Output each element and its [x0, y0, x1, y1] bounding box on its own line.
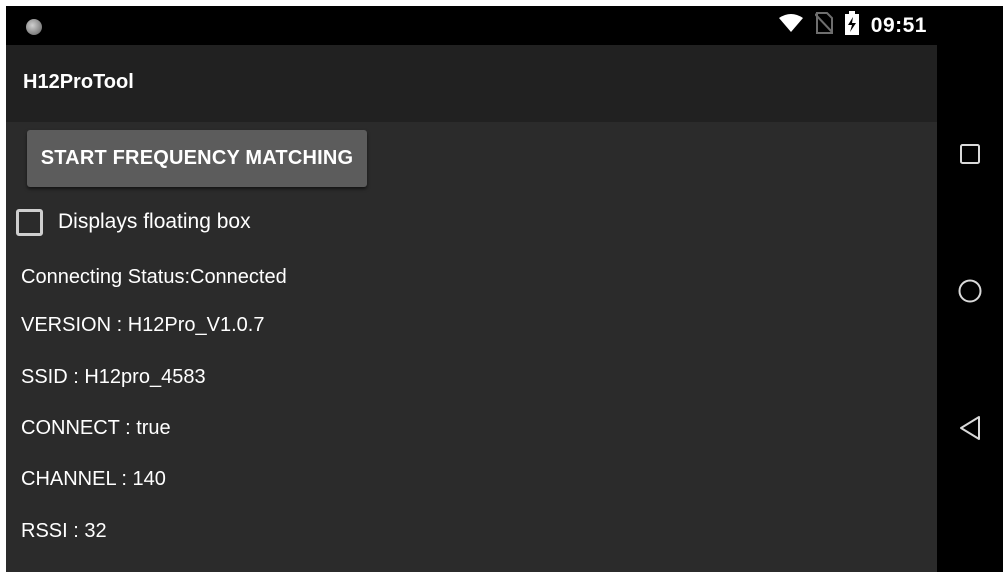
- navigation-bar: [937, 6, 1003, 572]
- status-time: 09:51: [870, 13, 927, 37]
- app-screen: 09:51 H12ProTool START FREQUENCY MATCHIN…: [6, 6, 937, 572]
- wifi-icon: [778, 13, 803, 38]
- floating-box-label: Displays floating box: [58, 210, 251, 233]
- start-frequency-matching-button[interactable]: START FREQUENCY MATCHING: [27, 130, 367, 187]
- recents-icon: [960, 144, 980, 164]
- notification-dot-icon: [26, 19, 42, 35]
- no-sim-icon: [814, 12, 834, 39]
- floating-box-checkbox[interactable]: [16, 208, 43, 236]
- status-icons: 09:51: [778, 6, 927, 45]
- floating-box-option[interactable]: Displays floating box: [16, 207, 251, 237]
- connect-text: CONNECT : true: [21, 417, 171, 439]
- back-icon: [960, 416, 980, 440]
- app-bar: H12ProTool: [6, 45, 937, 122]
- connecting-status-text: Connecting Status:Connected: [21, 266, 287, 288]
- home-button[interactable]: [937, 261, 1003, 321]
- device-frame: 09:51 H12ProTool START FREQUENCY MATCHIN…: [6, 6, 1003, 572]
- status-bar: 09:51: [6, 6, 937, 45]
- app-title: H12ProTool: [23, 71, 134, 93]
- version-text: VERSION : H12Pro_V1.0.7: [21, 314, 265, 336]
- battery-charging-icon: [844, 11, 859, 40]
- recents-button[interactable]: [937, 124, 1003, 184]
- back-button[interactable]: [937, 398, 1003, 458]
- channel-text: CHANNEL : 140: [21, 468, 166, 490]
- home-icon: [958, 279, 982, 303]
- ssid-text: SSID : H12pro_4583: [21, 366, 206, 388]
- rssi-text: RSSI : 32: [21, 520, 107, 542]
